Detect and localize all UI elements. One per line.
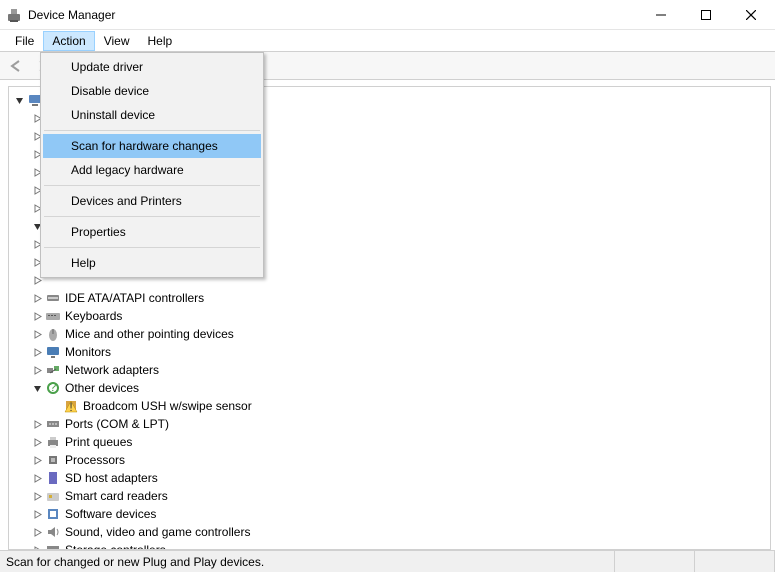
tree-item[interactable]: Keyboards [9, 307, 770, 325]
mouse-icon [45, 326, 61, 342]
tree-item-label: IDE ATA/ATAPI controllers [65, 291, 204, 305]
chevron-down-icon[interactable] [13, 96, 25, 105]
tree-item[interactable]: ? Other devices [9, 379, 770, 397]
warn-icon: ! [63, 398, 79, 414]
storage-icon [45, 542, 61, 550]
cpu-icon [45, 452, 61, 468]
tree-item[interactable]: Processors [9, 451, 770, 469]
menu-separator [44, 185, 260, 186]
tree-item-label: Broadcom USH w/swipe sensor [83, 399, 252, 413]
menu-item-devices-and-printers[interactable]: Devices and Printers [43, 189, 261, 213]
other-icon: ? [45, 380, 61, 396]
tree-item[interactable]: ! Broadcom USH w/swipe sensor [9, 397, 770, 415]
tree-item[interactable]: Network adapters [9, 361, 770, 379]
tree-item-label: Network adapters [65, 363, 159, 377]
tree-item-label: Print queues [65, 435, 132, 449]
menu-item-disable-device[interactable]: Disable device [43, 79, 261, 103]
status-text: Scan for changed or new Plug and Play de… [4, 551, 615, 572]
tree-item[interactable]: Monitors [9, 343, 770, 361]
smartcard-icon [45, 488, 61, 504]
menu-item-update-driver[interactable]: Update driver [43, 55, 261, 79]
tree-item[interactable]: Sound, video and game controllers [9, 523, 770, 541]
tree-item-label: Monitors [65, 345, 111, 359]
chevron-right-icon[interactable] [31, 366, 43, 375]
tree-item[interactable]: Mice and other pointing devices [9, 325, 770, 343]
tree-item-label: Ports (COM & LPT) [65, 417, 169, 431]
network-icon [45, 362, 61, 378]
chevron-right-icon[interactable] [31, 330, 43, 339]
tree-item[interactable]: Software devices [9, 505, 770, 523]
menu-separator [44, 247, 260, 248]
maximize-button[interactable] [683, 1, 728, 29]
sound-icon [45, 524, 61, 540]
menu-item-properties[interactable]: Properties [43, 220, 261, 244]
menu-view[interactable]: View [95, 31, 139, 51]
tree-item-label: Sound, video and game controllers [65, 525, 250, 539]
window-title: Device Manager [28, 8, 638, 22]
tree-item-label: Other devices [65, 381, 139, 395]
tree-item-label: Storage controllers [65, 543, 166, 550]
chevron-right-icon[interactable] [31, 294, 43, 303]
chevron-down-icon[interactable] [31, 384, 43, 393]
menu-file[interactable]: File [6, 31, 43, 51]
menu-item-add-legacy-hardware[interactable]: Add legacy hardware [43, 158, 261, 182]
chevron-right-icon[interactable] [31, 474, 43, 483]
chevron-right-icon[interactable] [31, 528, 43, 537]
menu-help[interactable]: Help [139, 31, 182, 51]
menu-item-uninstall-device[interactable]: Uninstall device [43, 103, 261, 127]
action-menu-dropdown: Update driverDisable deviceUninstall dev… [40, 52, 264, 278]
menu-item-help[interactable]: Help [43, 251, 261, 275]
sd-icon [45, 470, 61, 486]
tree-item[interactable]: SD host adapters [9, 469, 770, 487]
menu-separator [44, 216, 260, 217]
software-icon [45, 506, 61, 522]
chevron-right-icon[interactable] [31, 492, 43, 501]
tree-item-label: SD host adapters [65, 471, 158, 485]
chevron-right-icon[interactable] [31, 348, 43, 357]
tree-item-label: Processors [65, 453, 125, 467]
back-button[interactable] [6, 55, 28, 77]
tree-item[interactable]: IDE ATA/ATAPI controllers [9, 289, 770, 307]
tree-item-label: Keyboards [65, 309, 122, 323]
tree-item[interactable]: Smart card readers [9, 487, 770, 505]
menu-action[interactable]: Action [43, 31, 94, 51]
tree-item-label: Mice and other pointing devices [65, 327, 234, 341]
app-icon [6, 7, 22, 23]
svg-text:?: ? [50, 380, 57, 394]
chevron-right-icon[interactable] [31, 456, 43, 465]
menu-bar: FileActionViewHelp [0, 30, 775, 52]
menu-separator [44, 130, 260, 131]
status-cell-2 [615, 551, 695, 572]
port-icon [45, 416, 61, 432]
title-bar: Device Manager [0, 0, 775, 30]
menu-item-scan-for-hardware-changes[interactable]: Scan for hardware changes [43, 134, 261, 158]
printer-icon [45, 434, 61, 450]
tree-item[interactable]: Ports (COM & LPT) [9, 415, 770, 433]
chevron-right-icon[interactable] [31, 510, 43, 519]
monitor-icon [45, 344, 61, 360]
minimize-button[interactable] [638, 1, 683, 29]
keyboard-icon [45, 308, 61, 324]
svg-text:!: ! [69, 400, 72, 414]
chevron-right-icon[interactable] [31, 420, 43, 429]
close-button[interactable] [728, 1, 773, 29]
tree-item[interactable]: Print queues [9, 433, 770, 451]
chevron-right-icon[interactable] [31, 438, 43, 447]
ide-icon [45, 290, 61, 306]
tree-item[interactable]: Storage controllers [9, 541, 770, 550]
status-bar: Scan for changed or new Plug and Play de… [0, 550, 775, 572]
tree-item-label: Software devices [65, 507, 156, 521]
status-cell-3 [695, 551, 775, 572]
chevron-right-icon[interactable] [31, 312, 43, 321]
tree-item-label: Smart card readers [65, 489, 168, 503]
